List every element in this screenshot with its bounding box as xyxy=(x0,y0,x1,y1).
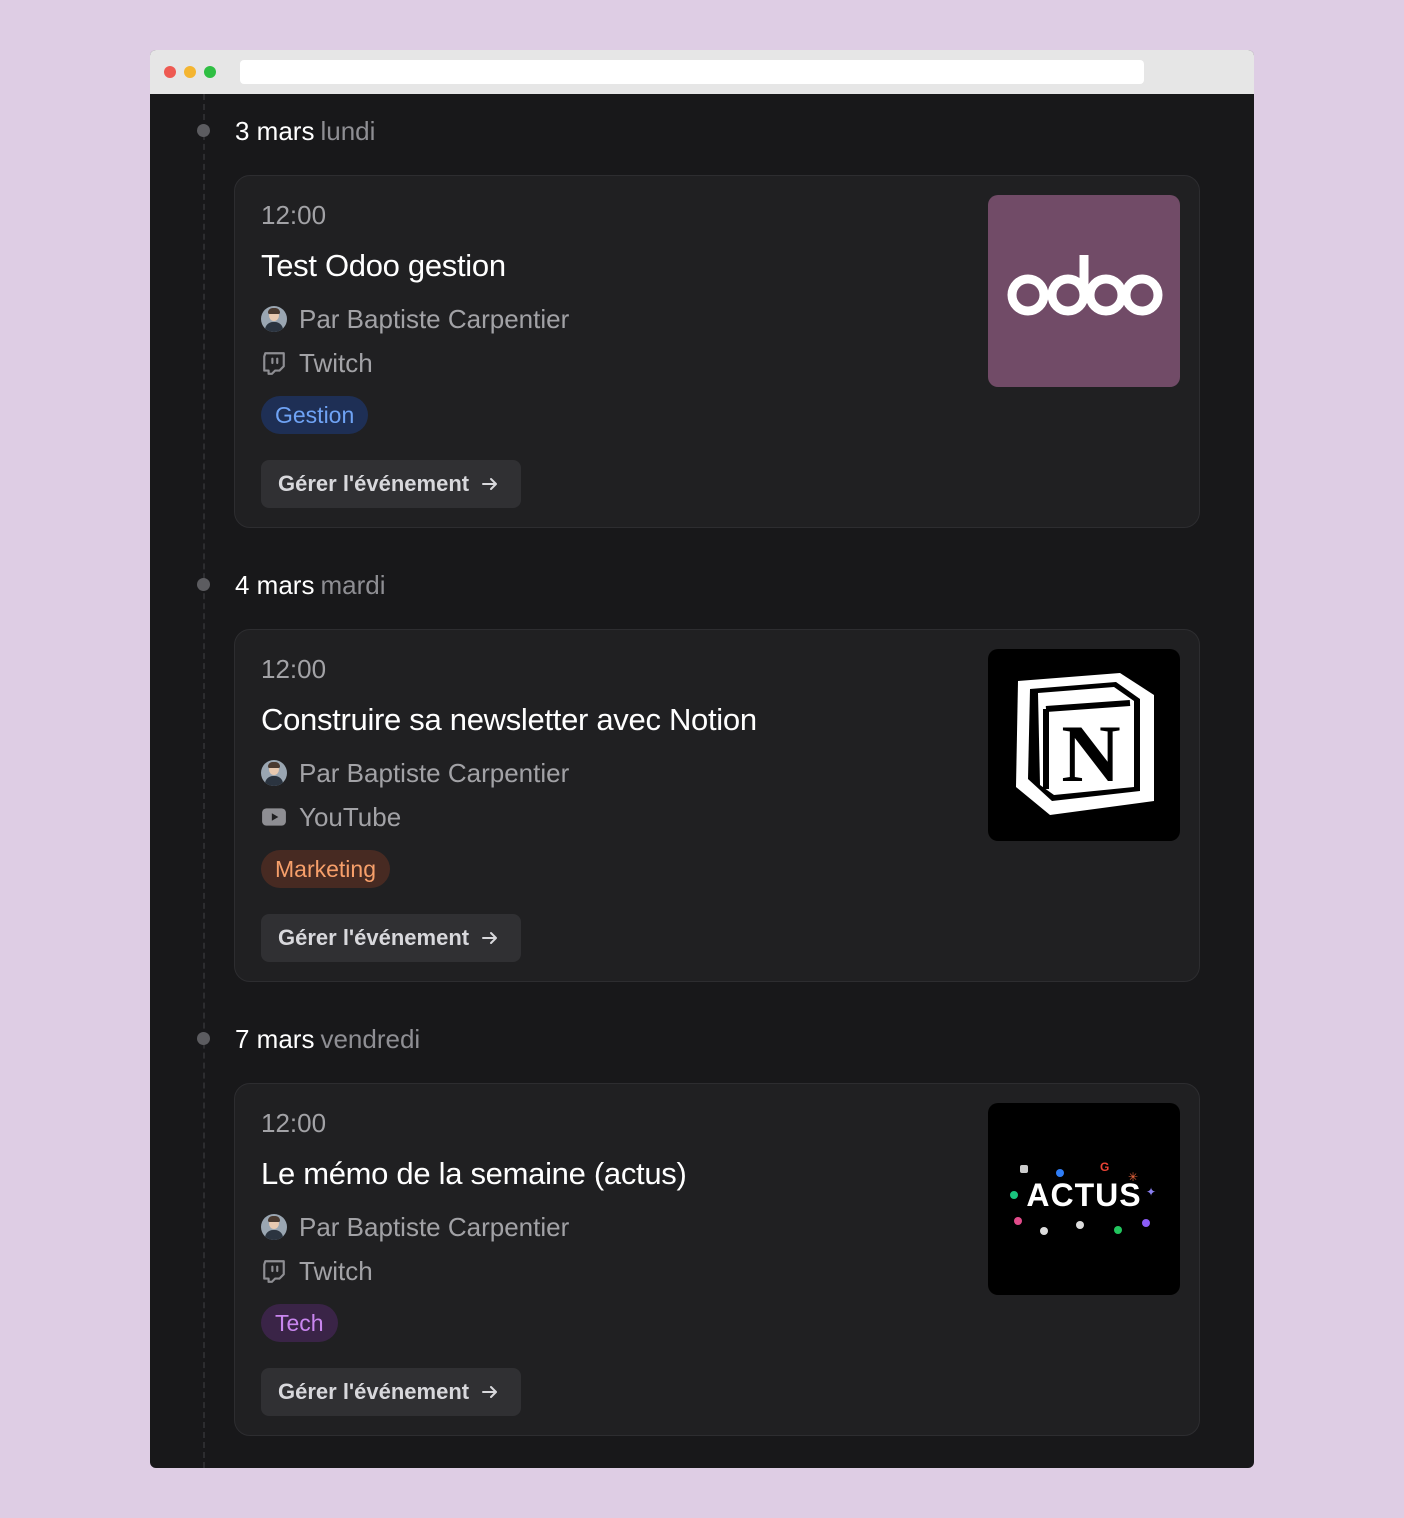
event-author: Par Baptiste Carpentier xyxy=(261,1212,569,1242)
date-label: 4 mars mardi xyxy=(235,570,385,601)
manage-event-button[interactable]: Gérer l'événement xyxy=(261,460,521,508)
event-platform: Twitch xyxy=(261,348,373,378)
svg-text:G: G xyxy=(1100,1160,1109,1174)
category-tag: Tech xyxy=(261,1304,338,1342)
address-bar[interactable] xyxy=(240,60,1144,84)
date-label: 7 mars vendredi xyxy=(235,1024,420,1055)
odoo-logo-mark xyxy=(1007,255,1163,316)
event-author: Par Baptiste Carpentier xyxy=(261,758,569,788)
date-heading: 4 mars mardi xyxy=(150,564,1150,604)
event-card[interactable]: 12:00 Le mémo de la semaine (actus) Par … xyxy=(234,1083,1200,1436)
event-title[interactable]: Construire sa newsletter avec Notion xyxy=(261,702,757,738)
date-weekday: vendredi xyxy=(320,1024,421,1054)
twitch-icon xyxy=(263,1260,285,1283)
event-card[interactable]: 12:00 Construire sa newsletter avec Noti… xyxy=(234,629,1200,982)
avatar xyxy=(261,760,287,786)
maximize-window-icon[interactable] xyxy=(204,66,216,78)
event-platform: YouTube xyxy=(261,802,401,832)
date-day: 4 mars xyxy=(235,570,315,600)
event-title[interactable]: Le mémo de la semaine (actus) xyxy=(261,1156,687,1192)
manage-event-label: Gérer l'événement xyxy=(278,925,470,950)
author-name: Par Baptiste Carpentier xyxy=(299,303,570,334)
platform-name: Twitch xyxy=(299,347,373,378)
manage-event-label: Gérer l'événement xyxy=(278,471,470,496)
manage-event-button[interactable]: Gérer l'événement xyxy=(261,914,521,962)
close-window-icon[interactable] xyxy=(164,66,176,78)
minimize-window-icon[interactable] xyxy=(184,66,196,78)
event-platform: Twitch xyxy=(261,1256,373,1286)
avatar xyxy=(261,306,287,332)
category-tag: Gestion xyxy=(261,396,369,434)
event-author: Par Baptiste Carpentier xyxy=(261,304,569,334)
arrow-right-icon xyxy=(482,478,498,490)
browser-window: 3 mars lundi 12:00 Test Odoo gestion Par … xyxy=(150,50,1254,1468)
event-time: 12:00 xyxy=(261,200,327,230)
date-weekday: mardi xyxy=(320,570,386,600)
date-weekday: lundi xyxy=(320,116,376,146)
author-name: Par Baptiste Carpentier xyxy=(299,757,570,788)
manage-event-label: Gérer l'événement xyxy=(278,1379,470,1404)
date-heading: 3 mars lundi xyxy=(150,110,1150,150)
platform-name: Twitch xyxy=(299,1255,373,1286)
browser-titlebar xyxy=(150,50,1254,94)
odoo-logo xyxy=(988,195,1180,387)
arrow-right-icon xyxy=(482,932,498,944)
event-time: 12:00 xyxy=(261,654,327,684)
platform-name: YouTube xyxy=(299,801,402,832)
timeline-dot xyxy=(197,1032,210,1045)
date-day: 7 mars xyxy=(235,1024,315,1054)
manage-event-button[interactable]: Gérer l'événement xyxy=(261,1368,521,1416)
category-tag: Marketing xyxy=(261,850,390,888)
timeline-line xyxy=(203,94,205,1468)
event-title[interactable]: Test Odoo gestion xyxy=(261,248,506,284)
actus-thumbnail: G ✳ ✦ ACTUS xyxy=(988,1103,1180,1295)
notion-letter: N xyxy=(1061,708,1120,799)
date-day: 3 mars xyxy=(235,116,315,146)
event-timeline: 3 mars lundi 12:00 Test Odoo gestion Par … xyxy=(150,94,1254,1468)
timeline-dot xyxy=(197,578,210,591)
actus-title: ACTUS xyxy=(1026,1177,1142,1213)
notion-logo: N xyxy=(988,649,1180,841)
notion-logo-mark: N xyxy=(1016,673,1154,815)
author-name: Par Baptiste Carpentier xyxy=(299,1211,570,1242)
event-time: 12:00 xyxy=(261,1108,327,1138)
twitch-icon xyxy=(263,352,285,375)
avatar xyxy=(261,1214,287,1240)
date-heading: 7 mars vendredi xyxy=(150,1018,1150,1058)
event-card[interactable]: 12:00 Test Odoo gestion Par Baptiste Car… xyxy=(234,175,1200,528)
date-label: 3 mars lundi xyxy=(235,116,375,147)
youtube-icon xyxy=(262,808,286,826)
timeline-dot xyxy=(197,124,210,137)
arrow-right-icon xyxy=(482,1386,498,1398)
